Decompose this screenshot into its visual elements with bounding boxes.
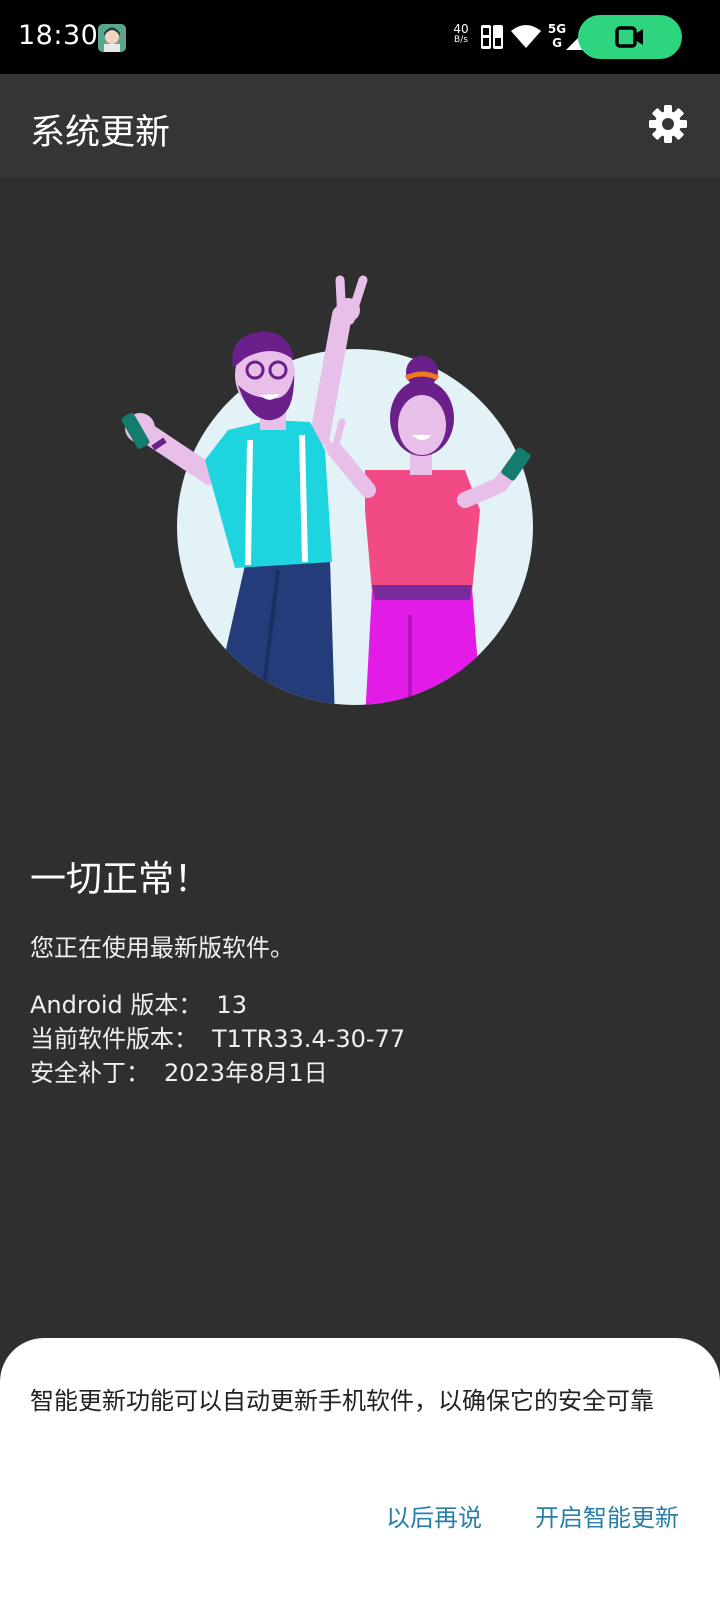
- info-value: T1TR33.4-30-77: [212, 1025, 406, 1053]
- android-version-row: Android 版本： 13: [30, 988, 405, 1022]
- network-speed-unit: B/s: [454, 35, 468, 45]
- notification-avatar-icon: [98, 24, 126, 52]
- app-bar: 系统更新: [0, 74, 720, 178]
- wifi-icon: [511, 25, 541, 48]
- status-bar: 18:30 40 B/s 5G G: [0, 0, 720, 74]
- status-headline: 一切正常！: [30, 859, 211, 900]
- sheet-message: 智能更新功能可以自动更新手机软件，以确保它的安全可靠: [30, 1387, 654, 1415]
- software-version-row: 当前软件版本： T1TR33.4-30-77: [30, 1022, 405, 1056]
- screen-recording-indicator[interactable]: [578, 15, 682, 59]
- status-time: 18:30: [18, 20, 99, 51]
- info-label: Android 版本：: [30, 991, 203, 1019]
- later-button[interactable]: 以后再说: [386, 1498, 482, 1533]
- celebration-illustration: [121, 275, 533, 705]
- network-type-bottom: G: [552, 36, 562, 50]
- page-title: 系统更新: [30, 113, 171, 153]
- network-type-label: 5G G: [546, 22, 568, 50]
- gear-icon[interactable]: [648, 104, 688, 144]
- info-label: 安全补丁：: [30, 1059, 150, 1087]
- version-info: Android 版本： 13 当前软件版本： T1TR33.4-30-77 安全补丁…: [30, 988, 405, 1090]
- security-patch-row: 安全补丁： 2023年8月1日: [30, 1056, 405, 1090]
- video-camera-icon: [615, 26, 643, 48]
- network-type-top: 5G: [547, 22, 567, 36]
- info-value: 13: [216, 991, 247, 1019]
- network-speed: 40 B/s: [446, 22, 476, 46]
- status-subtitle: 您正在使用最新版软件。: [30, 934, 294, 962]
- info-value: 2023年8月1日: [164, 1059, 328, 1087]
- hd-voice-icon: [481, 25, 503, 49]
- info-label: 当前软件版本：: [30, 1025, 198, 1053]
- smart-update-sheet: 智能更新功能可以自动更新手机软件，以确保它的安全可靠 以后再说 开启智能更新: [0, 1338, 720, 1600]
- network-speed-value: 40: [453, 22, 469, 36]
- enable-smart-update-button[interactable]: 开启智能更新: [535, 1498, 679, 1533]
